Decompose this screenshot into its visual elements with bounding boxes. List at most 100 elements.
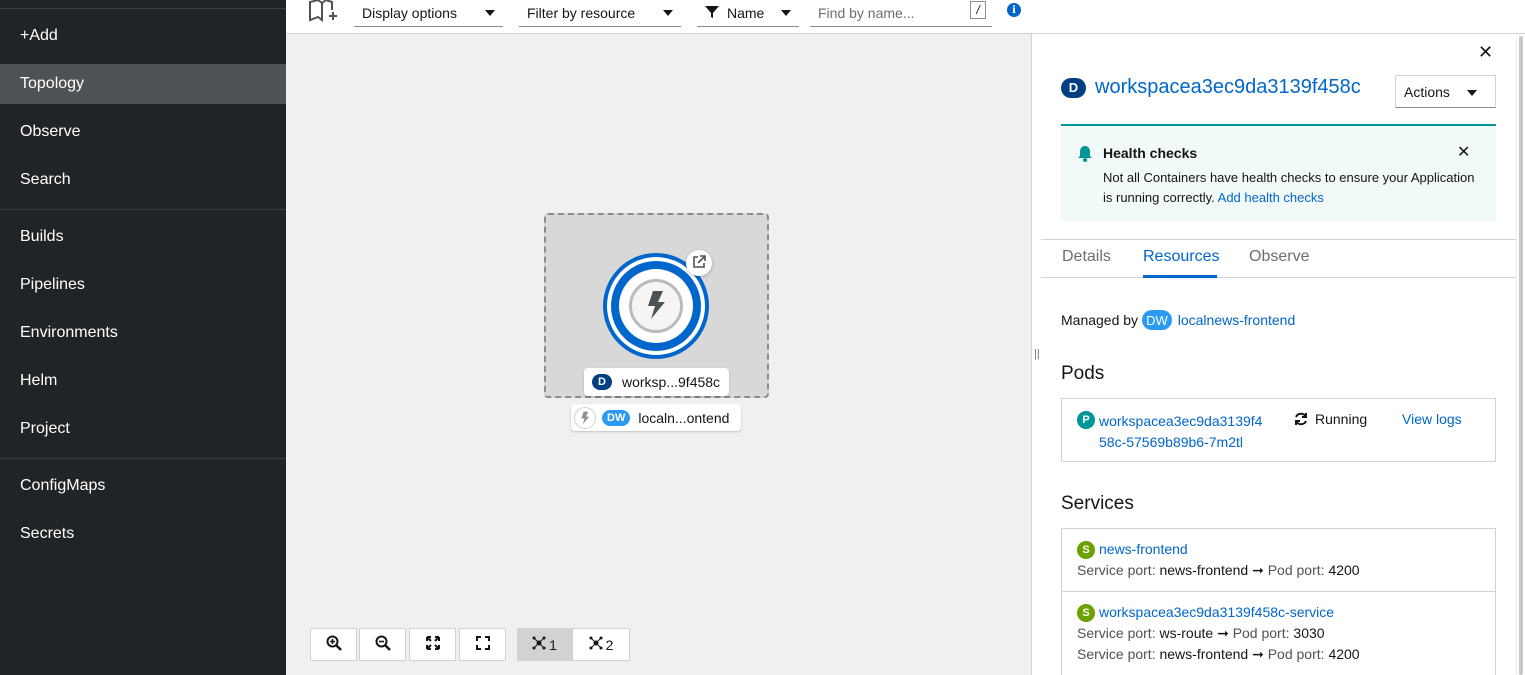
filter-type-label: Name (727, 5, 765, 21)
service-port-value: ws-route (1159, 625, 1214, 641)
long-arrow-right-icon: ➞ (1217, 625, 1229, 641)
pods-section-title: Pods (1061, 363, 1105, 384)
sidebar-item-secrets[interactable]: Secrets (0, 514, 286, 554)
service-name-link[interactable]: news-frontend (1099, 541, 1188, 557)
deployment-badge: D (1061, 77, 1086, 98)
filter-by-resource-label: Filter by resource (527, 5, 636, 21)
application-group-name: localn...ontend (638, 409, 730, 426)
layout-2-button[interactable]: 2 (572, 628, 630, 661)
pod-badge: P (1077, 411, 1095, 429)
long-arrow-right-icon: ➞ (1252, 646, 1264, 662)
display-options-label: Display options (362, 5, 457, 21)
filter-icon (705, 5, 719, 22)
sidebar-item-helm[interactable]: Helm (0, 361, 286, 401)
pod-port-label: Pod port: (1267, 562, 1325, 578)
fit-to-screen-icon (425, 636, 440, 653)
sidebar-item-pipelines[interactable]: Pipelines (0, 265, 286, 305)
filter-by-resource-select[interactable]: Filter by resource (519, 0, 681, 27)
service-port-line: Service port: ws-route ➞ Pod port: 3030 (1077, 625, 1325, 642)
devworkspace-badge: DW (602, 409, 631, 426)
alert-close-icon[interactable]: ✕ (1457, 142, 1470, 162)
tab-resources[interactable]: Resources (1143, 248, 1219, 266)
pod-port-value: 3030 (1293, 625, 1325, 641)
health-checks-alert: Health checks ✕ Not all Containers have … (1061, 124, 1496, 221)
layout-1-label: 1 (549, 636, 557, 653)
zoom-out-button[interactable] (359, 628, 406, 661)
service-port-label: Service port: (1077, 646, 1156, 662)
info-circle-icon[interactable]: i (1007, 3, 1021, 17)
sidebar-item-configmaps[interactable]: ConfigMaps (0, 466, 286, 506)
expand-button[interactable] (459, 628, 506, 661)
application-group-label[interactable]: DW localn...ontend (571, 404, 741, 431)
topology-layout-icon (532, 636, 546, 653)
find-by-name-placeholder: Find by name... (818, 5, 915, 21)
actions-label: Actions (1404, 83, 1450, 100)
long-arrow-right-icon: ➞ (1252, 562, 1264, 578)
quick-search-book-icon[interactable] (308, 0, 338, 24)
panel-title-link[interactable]: workspacea3ec9da3139f458c (1095, 76, 1361, 99)
fit-to-screen-button[interactable] (409, 628, 456, 661)
tab-observe[interactable]: Observe (1249, 248, 1309, 266)
workload-node[interactable] (629, 279, 683, 333)
caret-down-icon (781, 10, 791, 16)
service-list-item: S workspacea3ec9da3139f458c-service Serv… (1062, 592, 1495, 675)
bolt-icon (645, 290, 667, 323)
sidebar-nav: +Add Topology Observe Search Builds Pipe… (0, 0, 286, 675)
topology-layout-icon (589, 636, 603, 653)
sidebar-divider (0, 8, 286, 9)
tab-details[interactable]: Details (1062, 248, 1111, 266)
caret-down-icon (485, 10, 495, 16)
panel-divider (1031, 34, 1032, 675)
bell-icon (1077, 145, 1093, 165)
deployment-badge: D (592, 374, 612, 390)
layout-2-label: 2 (605, 636, 614, 653)
sidebar-item-add[interactable]: +Add (0, 16, 286, 56)
service-port-value: news-frontend (1159, 562, 1249, 578)
zoom-in-icon (326, 635, 342, 654)
service-port-line: Service port: news-frontend ➞ Pod port: … (1077, 646, 1360, 663)
topology-toolbar: Display options Filter by resource Name … (286, 0, 1525, 34)
caret-down-icon (663, 10, 673, 16)
pod-list-item: P workspacea3ec9da3139f4 58c-57569b89b6-… (1061, 398, 1496, 462)
pod-name-link[interactable]: workspacea3ec9da3139f4 58c-57569b89b6-7m… (1099, 411, 1262, 453)
sidebar-divider (0, 209, 286, 210)
panel-resize-handle[interactable]: || (1034, 348, 1040, 360)
sidebar-item-observe[interactable]: Observe (0, 112, 286, 152)
sidebar-item-environments[interactable]: Environments (0, 313, 286, 353)
open-url-decorator[interactable] (686, 250, 712, 276)
display-options-select[interactable]: Display options (354, 0, 503, 27)
service-port-label: Service port: (1077, 625, 1156, 641)
service-name-link[interactable]: workspacea3ec9da3139f458c-service (1099, 604, 1334, 620)
pod-port-value: 4200 (1328, 562, 1360, 578)
services-list: S news-frontend Service port: news-front… (1061, 528, 1496, 675)
sidebar-item-builds[interactable]: Builds (0, 217, 286, 257)
filter-type-select[interactable]: Name (697, 0, 799, 27)
sidebar-divider (0, 458, 286, 459)
service-port-label: Service port: (1077, 562, 1156, 578)
zoom-in-button[interactable] (310, 628, 357, 661)
find-by-name-input[interactable]: Find by name... / (810, 0, 992, 27)
managed-by-link[interactable]: localnews-frontend (1178, 312, 1296, 328)
actions-dropdown-button[interactable]: Actions (1395, 75, 1496, 108)
pod-port-label: Pod port: (1232, 625, 1290, 641)
panel-title-row: D workspacea3ec9da3139f458c (1061, 76, 1361, 99)
service-port-value: news-frontend (1159, 646, 1249, 662)
alert-body: Not all Containers have health checks to… (1103, 168, 1483, 208)
sidebar-item-topology[interactable]: Topology (0, 64, 286, 104)
add-health-checks-link[interactable]: Add health checks (1218, 190, 1324, 205)
sidebar-item-project[interactable]: Project (0, 409, 286, 449)
alert-title: Health checks (1103, 145, 1198, 161)
pod-name-line2: 58c-57569b89b6-7m2tl (1099, 434, 1243, 450)
view-logs-link[interactable]: View logs (1402, 411, 1462, 427)
panel-scrollbar-thumb[interactable] (1519, 36, 1523, 675)
service-port-line: Service port: news-frontend ➞ Pod port: … (1077, 562, 1360, 579)
service-list-item: S news-frontend Service port: news-front… (1062, 529, 1495, 592)
service-badge: S (1077, 604, 1095, 622)
close-panel-icon[interactable]: ✕ (1478, 42, 1493, 63)
sidebar-item-search[interactable]: Search (0, 160, 286, 200)
keyboard-shortcut-hint: / (970, 1, 986, 19)
pod-port-value: 4200 (1328, 646, 1360, 662)
workload-node-label[interactable]: D worksp...9f458c (584, 368, 729, 396)
layout-1-button[interactable]: 1 (517, 628, 572, 661)
active-tab-indicator (1143, 275, 1217, 278)
